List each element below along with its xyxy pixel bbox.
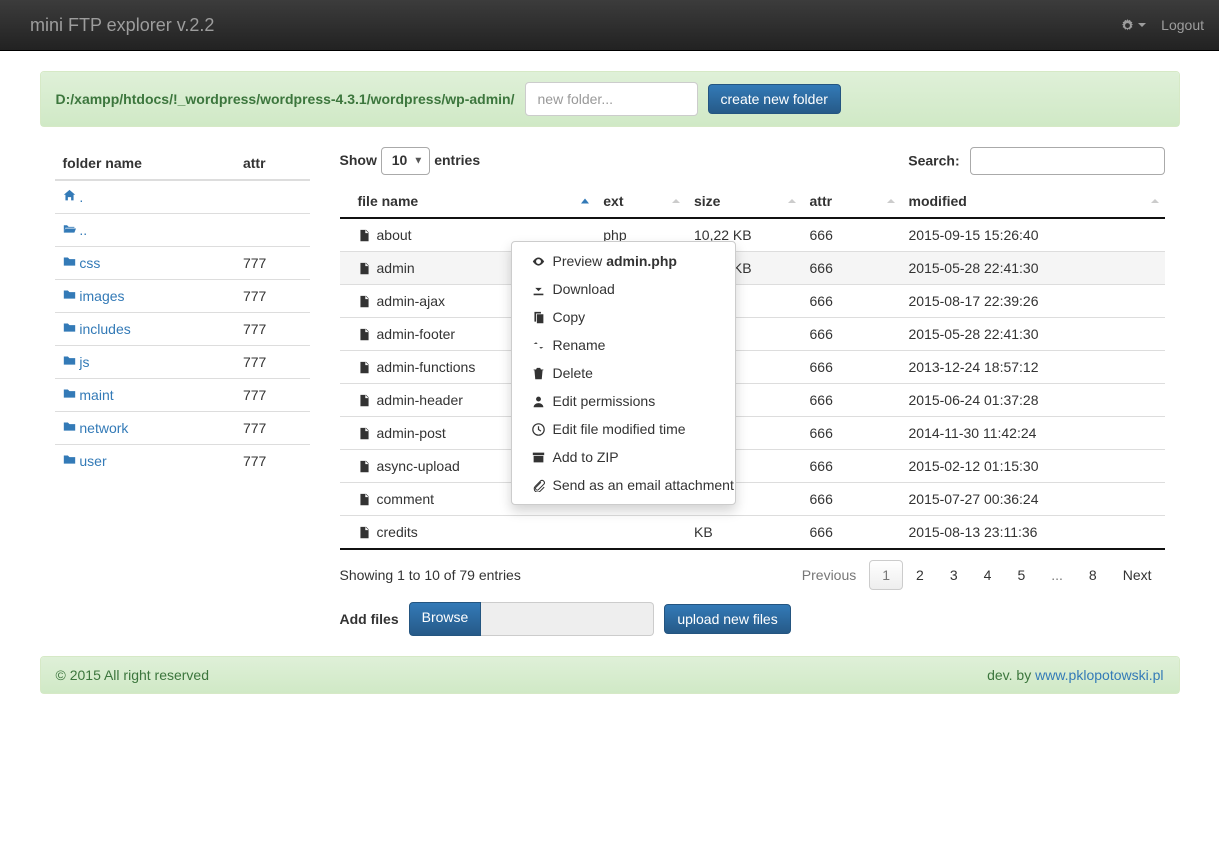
dev-link[interactable]: www.pklopotowski.pl xyxy=(1035,667,1163,683)
ctx-permissions[interactable]: Edit permissions xyxy=(512,387,735,415)
file-row[interactable]: admin-footerKB6662015-05-28 22:41:30 xyxy=(340,318,1165,351)
file-row[interactable]: admin-ajaxKB6662015-08-17 22:39:26 xyxy=(340,285,1165,318)
folder-row[interactable]: user777 xyxy=(55,445,310,478)
file-row[interactable]: admin-postKB6662014-11-30 11:42:24 xyxy=(340,417,1165,450)
clock-icon xyxy=(532,423,545,436)
folder-icon xyxy=(63,288,76,301)
col-folder-name: folder name xyxy=(55,147,235,180)
entries-length-label: Show 10▼ entries xyxy=(340,147,481,175)
folder-tree-table: folder name attr . .. css777 images777 i… xyxy=(55,147,310,477)
file-row[interactable]: admin-headerKB6662015-06-24 01:37:28 xyxy=(340,384,1165,417)
add-files-label: Add files xyxy=(340,611,399,627)
file-icon xyxy=(358,361,371,374)
folder-row[interactable]: network777 xyxy=(55,412,310,445)
folder-row-home[interactable]: . xyxy=(55,180,310,214)
folder-icon xyxy=(63,321,76,334)
col-size[interactable]: size xyxy=(686,185,802,218)
archive-icon xyxy=(532,451,545,464)
page-next[interactable]: Next xyxy=(1110,560,1165,590)
home-icon xyxy=(63,189,76,202)
search-input[interactable] xyxy=(970,147,1165,175)
file-icon xyxy=(358,460,371,473)
logout-link[interactable]: Logout xyxy=(1161,17,1204,33)
navbar: mini FTP explorer v.2.2 Logout xyxy=(0,0,1219,51)
folder-row[interactable]: maint777 xyxy=(55,379,310,412)
folder-row[interactable]: includes777 xyxy=(55,313,310,346)
file-row[interactable]: admin-functions36662013-12-24 18:57:12 xyxy=(340,351,1165,384)
footer-panel: © 2015 All right reserved dev. by www.pk… xyxy=(40,656,1180,694)
folder-row[interactable]: images777 xyxy=(55,280,310,313)
page-5[interactable]: 5 xyxy=(1004,560,1038,590)
file-row[interactable]: async-uploadKB6662015-02-12 01:15:30 xyxy=(340,450,1165,483)
create-folder-button[interactable]: create new folder xyxy=(708,84,841,114)
page-...: ... xyxy=(1038,560,1076,590)
ctx-rename[interactable]: Rename xyxy=(512,331,735,359)
folder-icon xyxy=(63,387,76,400)
folder-icon xyxy=(63,255,76,268)
file-row[interactable]: comment7 KB6662015-07-27 00:36:24 xyxy=(340,483,1165,516)
pagination: Previous12345...8Next xyxy=(789,560,1165,590)
ctx-preview[interactable]: Preview admin.php xyxy=(512,247,735,275)
file-icon xyxy=(358,229,371,242)
ctx-download[interactable]: Download xyxy=(512,275,735,303)
file-icon xyxy=(358,394,371,407)
file-table: file name ext size attr modified aboutph… xyxy=(340,185,1165,550)
col-file-name[interactable]: file name xyxy=(340,185,596,218)
caret-down-icon xyxy=(1138,23,1146,27)
file-icon xyxy=(358,295,371,308)
upload-button[interactable]: upload new files xyxy=(664,604,790,634)
file-row[interactable]: creditsKB6662015-08-13 23:11:36 xyxy=(340,516,1165,550)
ctx-modtime[interactable]: Edit file modified time xyxy=(512,415,735,443)
user-icon xyxy=(532,395,545,408)
folder-icon xyxy=(63,420,76,433)
context-menu: Preview admin.php Download Copy Rename D… xyxy=(511,241,736,505)
file-row[interactable]: aboutphp10,22 KB6662015-09-15 15:26:40 xyxy=(340,218,1165,252)
folder-row-up[interactable]: .. xyxy=(55,214,310,247)
browse-filename xyxy=(481,602,654,636)
file-icon xyxy=(358,328,371,341)
page-2[interactable]: 2 xyxy=(903,560,937,590)
entries-select[interactable]: 10▼ xyxy=(381,147,431,175)
ctx-copy[interactable]: Copy xyxy=(512,303,735,331)
browse-button[interactable]: Browse xyxy=(409,602,482,636)
gear-icon xyxy=(1121,19,1134,32)
ctx-zip[interactable]: Add to ZIP xyxy=(512,443,735,471)
dev-credit: dev. by www.pklopotowski.pl xyxy=(987,667,1163,683)
file-icon xyxy=(358,262,371,275)
rename-icon xyxy=(532,339,545,352)
page-4[interactable]: 4 xyxy=(971,560,1005,590)
col-modified[interactable]: modified xyxy=(901,185,1165,218)
folder-icon xyxy=(63,354,76,367)
new-folder-input[interactable] xyxy=(525,82,698,116)
ctx-email[interactable]: Send as an email attachment xyxy=(512,471,735,499)
col-file-attr[interactable]: attr xyxy=(802,185,901,218)
trash-icon xyxy=(532,367,545,380)
col-attr: attr xyxy=(235,147,310,180)
breadcrumb: D:/xampp/htdocs/!_wordpress/wordpress-4.… xyxy=(56,91,515,107)
path-panel: D:/xampp/htdocs/!_wordpress/wordpress-4.… xyxy=(40,71,1180,127)
brand[interactable]: mini FTP explorer v.2.2 xyxy=(15,15,229,36)
file-icon xyxy=(358,493,371,506)
ctx-delete[interactable]: Delete xyxy=(512,359,735,387)
folder-icon xyxy=(63,453,76,466)
search-label: Search: xyxy=(908,147,1164,175)
copy-icon xyxy=(532,311,545,324)
file-row[interactable]: adminphp10,65 KB6662015-05-28 22:41:30 xyxy=(340,252,1165,285)
settings-dropdown[interactable] xyxy=(1121,19,1146,32)
eye-icon xyxy=(532,255,545,268)
folder-open-icon xyxy=(63,222,76,235)
download-icon xyxy=(532,283,545,296)
file-icon xyxy=(358,427,371,440)
file-icon xyxy=(358,526,371,539)
page-prev: Previous xyxy=(789,560,869,590)
page-3[interactable]: 3 xyxy=(937,560,971,590)
folder-row[interactable]: css777 xyxy=(55,247,310,280)
page-1[interactable]: 1 xyxy=(869,560,903,590)
copyright: © 2015 All right reserved xyxy=(56,667,210,683)
paperclip-icon xyxy=(532,479,545,492)
table-info: Showing 1 to 10 of 79 entries xyxy=(340,567,521,583)
page-8[interactable]: 8 xyxy=(1076,560,1110,590)
folder-row[interactable]: js777 xyxy=(55,346,310,379)
col-ext[interactable]: ext xyxy=(595,185,686,218)
